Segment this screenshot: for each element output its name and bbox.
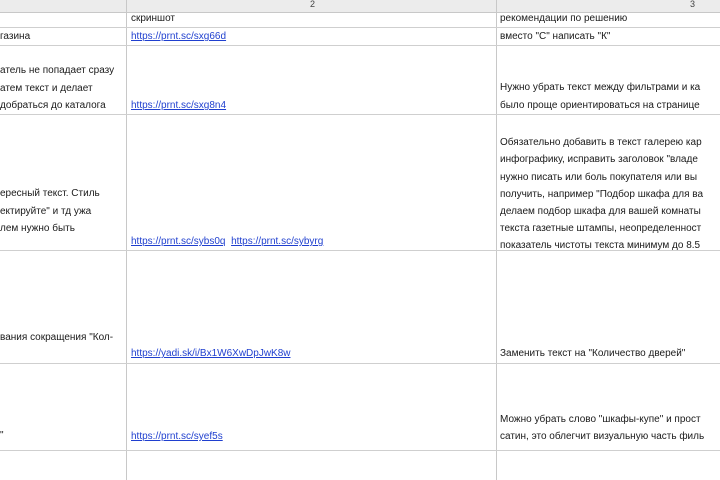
row3-recommendation-line4[interactable]: получить, например "Подбор шкафа для ва [500,186,720,204]
column-number-3[interactable]: 3 [690,0,695,9]
row3-recommendation-line2[interactable]: инфографику, исправить заголовок "владе [500,151,720,169]
row5-screenshot-link[interactable]: https://prnt.sc/syef5s [131,428,495,446]
row2-recommendation-line1[interactable]: Нужно убрать текст между фильтрами и ка [500,79,720,97]
row3-col1-line1[interactable]: ересный текст. Стиль [0,185,126,203]
row5-col1-text[interactable]: " [0,427,126,445]
column-number-2[interactable]: 2 [310,0,315,9]
row4-col1-text[interactable]: вания сокращения "Кол- [0,329,126,347]
row3-screenshot-link-2[interactable]: https://prnt.sc/sybyrg [231,236,323,247]
row2-col1-line1[interactable]: атель не попадает сразу [0,62,126,80]
row-divider [0,363,720,364]
row4-screenshot-link[interactable]: https://yadi.sk/i/Bx1W6XwDpJwK8w [131,345,495,363]
column-divider [126,0,127,480]
row3-recommendation-line1[interactable]: Обязательно добавить в текст галерею кар [500,134,720,152]
row2-col1-line3[interactable]: добраться до каталога [0,97,126,115]
row-divider [0,450,720,451]
row3-col1-line3[interactable]: лем нужно быть [0,220,126,238]
header-cell-recommendations[interactable]: рекомендации по решению [500,10,720,28]
row2-col1-line2[interactable]: атем текст и делает [0,80,126,98]
row1-col1-text[interactable]: газина [0,28,126,46]
row3-recommendation-line6[interactable]: текста газетные штампы, неопределенност [500,220,720,238]
column-divider [496,0,497,480]
row1-screenshot-link[interactable]: https://prnt.sc/sxg66d [131,28,495,46]
row3-recommendation-line5[interactable]: делаем подбор шкафа для вашей комнаты [500,203,720,221]
row1-recommendation[interactable]: вместо "С" написать "К" [500,28,720,46]
row2-screenshot-link[interactable]: https://prnt.sc/sxg8n4 [131,97,495,115]
row5-recommendation-line1[interactable]: Можно убрать слово "шкафы-купе" и прост [500,411,720,429]
row3-screenshot-link-1[interactable]: https://prnt.sc/sybs0q [131,236,226,247]
row3-col1-line2[interactable]: ектируйте" и тд ужа [0,203,126,221]
row5-recommendation-line2[interactable]: сатин, это облегчит визуальную часть фил… [500,428,720,446]
row3-recommendation-line3[interactable]: нужно писать или боль покупателя или вы [500,169,720,187]
row3-screenshot-links: https://prnt.sc/sybs0q https://prnt.sc/s… [131,233,495,251]
row3-recommendation-line7[interactable]: показатель чистоты текста минимум до 8.5 [500,237,720,255]
header-cell-screenshot[interactable]: скриншот [131,10,495,28]
row2-recommendation-line2[interactable]: было проще ориентироваться на странице [500,97,720,115]
row4-recommendation[interactable]: Заменить текст на "Количество дверей" [500,345,720,363]
